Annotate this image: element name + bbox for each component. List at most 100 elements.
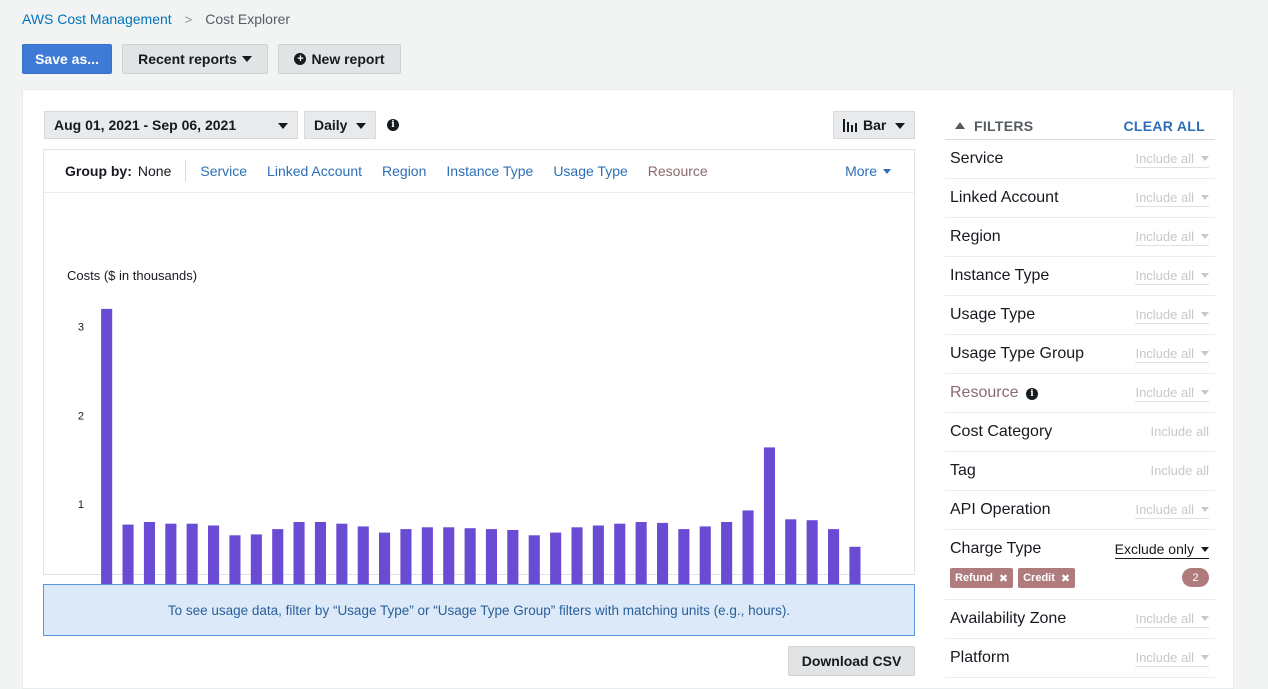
filter-row-cost-category[interactable]: Cost Category Include all	[945, 413, 1215, 452]
filter-row-instance-type[interactable]: Instance Type Include all	[945, 257, 1215, 296]
group-by-service[interactable]: Service	[200, 163, 247, 179]
info-icon[interactable]: i	[387, 119, 399, 131]
group-by-usage-type[interactable]: Usage Type	[553, 163, 627, 179]
close-icon[interactable]: ✖	[999, 572, 1008, 585]
chart-bar[interactable]	[763, 447, 775, 593]
caret-down-icon	[1201, 546, 1209, 552]
filter-value-dropdown[interactable]: Include all	[1135, 650, 1209, 667]
filter-row-charge-type[interactable]: Charge Type Exclude only Refund ✖ Credit ✖…	[945, 530, 1215, 600]
chart-bar[interactable]	[806, 520, 818, 593]
filter-name: Cost Category	[950, 423, 1053, 440]
filter-name: Resource	[950, 384, 1019, 401]
filter-name: Usage Type Group	[950, 345, 1085, 362]
chart-bar[interactable]	[314, 522, 326, 593]
y-tick-label: 2	[78, 410, 84, 422]
filter-row-platform[interactable]: Platform Include all	[945, 639, 1215, 678]
granularity-select[interactable]: Daily	[304, 111, 376, 139]
filter-value-dropdown[interactable]: Exclude only	[1114, 541, 1209, 559]
filter-value-dropdown[interactable]: Include all	[1135, 151, 1209, 168]
bar-chart-icon	[843, 118, 857, 132]
filter-row-usage-type-group[interactable]: Usage Type Group Include all	[945, 335, 1215, 374]
filter-count-badge: 2	[1182, 568, 1209, 587]
filter-row-linked-account[interactable]: Linked Account Include all	[945, 179, 1215, 218]
filter-name: Linked Account	[950, 189, 1059, 206]
save-as-label: Save as...	[35, 51, 99, 67]
toolbar: Save as... Recent reports + New report	[22, 44, 401, 74]
filters-panel: FILTERS CLEAR ALL Service Include all Li…	[945, 112, 1215, 678]
filter-name: API Operation	[950, 501, 1051, 518]
filter-value: Include all	[1135, 267, 1194, 283]
group-by-region[interactable]: Region	[382, 163, 426, 179]
tag-label: Refund	[955, 572, 993, 584]
clear-all-link[interactable]: CLEAR ALL	[1123, 118, 1205, 134]
group-by-instance-type[interactable]: Instance Type	[446, 163, 533, 179]
chart-bar[interactable]	[785, 519, 797, 593]
chart-bar[interactable]	[742, 510, 754, 593]
filter-value-dropdown[interactable]: Include all	[1135, 229, 1209, 246]
divider	[44, 192, 914, 193]
filter-name: Service	[950, 150, 1004, 167]
filter-name: Tag	[950, 462, 976, 479]
group-by-resource[interactable]: Resource	[648, 163, 708, 179]
chart-bar[interactable]	[721, 522, 733, 593]
new-report-button[interactable]: + New report	[278, 44, 401, 74]
filter-value-dropdown[interactable]: Include all	[1135, 385, 1209, 402]
breadcrumb-cost-management-link[interactable]: AWS Cost Management	[22, 11, 172, 27]
group-by-more[interactable]: More	[845, 163, 891, 179]
filter-value: Include all	[1135, 228, 1194, 244]
chart-bar[interactable]	[208, 525, 220, 594]
chart-bar[interactable]	[293, 522, 305, 593]
chart-bar[interactable]	[122, 524, 134, 593]
filter-value: Include all	[1150, 424, 1209, 439]
notice-text: To see usage data, filter by “Usage Type…	[167, 602, 791, 618]
tag-label: Credit	[1023, 572, 1055, 584]
chart-bar[interactable]	[336, 523, 348, 593]
caret-down-icon	[1201, 615, 1209, 621]
filter-row-resource[interactable]: Resource i Include all	[945, 374, 1215, 413]
download-csv-button[interactable]: Download CSV	[788, 646, 915, 676]
group-by-value: None	[137, 163, 172, 179]
filter-value-dropdown[interactable]: Include all	[1135, 611, 1209, 628]
filter-value-dropdown[interactable]: Include all	[1135, 268, 1209, 285]
group-by-linked-account[interactable]: Linked Account	[267, 163, 362, 179]
chart-bar[interactable]	[635, 522, 647, 593]
filter-row-usage-type[interactable]: Usage Type Include all	[945, 296, 1215, 335]
date-range-picker[interactable]: Aug 01, 2021 - Sep 06, 2021	[44, 111, 298, 139]
filter-row-availability-zone[interactable]: Availability Zone Include all	[945, 600, 1215, 639]
filter-row-tag[interactable]: Tag Include all	[945, 452, 1215, 491]
info-icon[interactable]: i	[1026, 388, 1038, 400]
caret-down-icon	[1201, 233, 1209, 239]
filters-header: FILTERS CLEAR ALL	[945, 112, 1215, 140]
filter-value: Include all	[1135, 384, 1194, 400]
chart-bar[interactable]	[614, 523, 626, 593]
caret-down-icon	[895, 123, 905, 129]
chart-style-select[interactable]: Bar	[833, 111, 915, 139]
collapse-triangle-icon[interactable]	[955, 122, 965, 129]
chart-bar[interactable]	[657, 522, 669, 593]
filter-tag-refund: Refund ✖	[950, 568, 1014, 588]
chart-bar[interactable]	[165, 523, 177, 593]
filter-row-service[interactable]: Service Include all	[945, 140, 1215, 179]
chart-bar[interactable]	[143, 522, 155, 593]
save-as-button[interactable]: Save as...	[22, 44, 112, 74]
filter-name: Region	[950, 228, 1001, 245]
caret-down-icon	[1201, 194, 1209, 200]
filter-row-region[interactable]: Region Include all	[945, 218, 1215, 257]
filter-name: Charge Type	[950, 540, 1042, 557]
filter-value: Include all	[1135, 150, 1194, 166]
filter-value-dropdown[interactable]: Include all	[1135, 190, 1209, 207]
close-icon[interactable]: ✖	[1061, 572, 1070, 585]
filter-value-dropdown[interactable]: Include all	[1135, 346, 1209, 363]
filter-row-api-operation[interactable]: API Operation Include all	[945, 491, 1215, 530]
chart-bar[interactable]	[592, 525, 604, 594]
filter-value: Include all	[1135, 189, 1194, 205]
chart-y-axis-label: Costs ($ in thousands)	[67, 268, 198, 283]
more-label: More	[845, 163, 877, 179]
filter-value-dropdown[interactable]: Include all	[1135, 502, 1209, 519]
chart-bar[interactable]	[186, 523, 198, 593]
chart-bar[interactable]	[357, 526, 369, 593]
filter-value-dropdown[interactable]: Include all	[1135, 307, 1209, 324]
chart-bar[interactable]	[101, 308, 113, 593]
recent-reports-button[interactable]: Recent reports	[122, 44, 268, 74]
chart-bar[interactable]	[699, 526, 711, 593]
